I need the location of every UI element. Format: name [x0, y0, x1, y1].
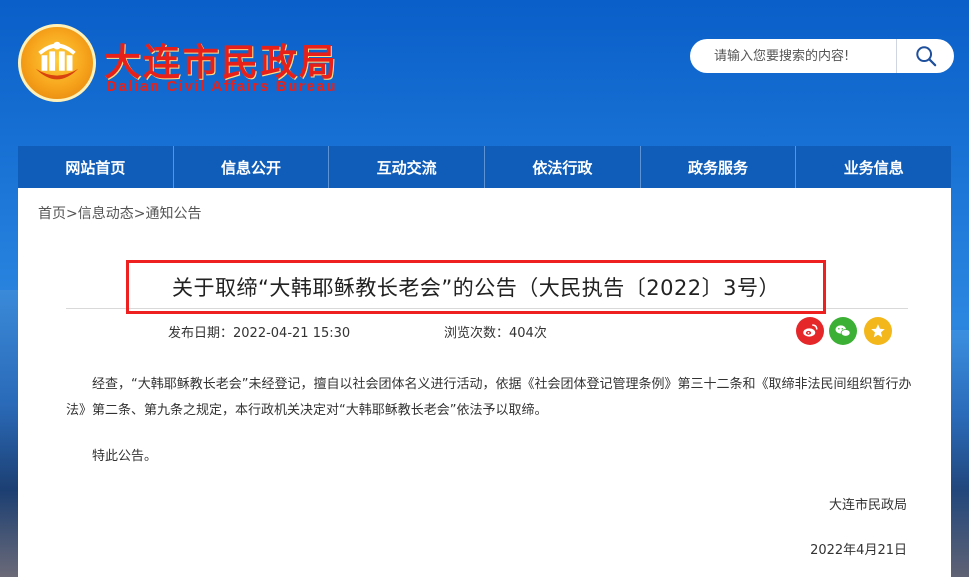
search-icon	[915, 46, 936, 67]
search-button[interactable]	[896, 39, 954, 73]
breadcrumb: 首页>信息动态>通知公告	[38, 203, 201, 223]
article-panel: 首页>信息动态>通知公告 关于取缔“大韩耶稣教长老会”的公告（大民执告〔2022…	[18, 188, 951, 577]
nav-item-interaction[interactable]: 互动交流	[329, 146, 486, 188]
bureau-emblem-icon[interactable]	[18, 24, 96, 102]
search-box	[690, 39, 954, 73]
sign-date: 2022年4月21日	[810, 543, 907, 558]
star-icon	[871, 324, 885, 338]
background-scenery-left	[0, 290, 18, 577]
site-header: 大连市民政局 Dalian Civil Affairs Bureau	[0, 0, 969, 146]
nav-item-business-info[interactable]: 业务信息	[796, 146, 951, 188]
title-highlight-frame	[126, 260, 826, 314]
wechat-icon	[835, 325, 851, 337]
breadcrumb-home-link[interactable]: 首页	[38, 206, 66, 222]
breadcrumb-separator: >	[133, 206, 146, 222]
article-paragraph: 经查，“大韩耶稣教长老会”未经登记，擅自以社会团体名义进行活动，依据《社会团体登…	[66, 377, 912, 418]
nav-item-gov-services[interactable]: 政务服务	[641, 146, 797, 188]
publish-date-value: 2022-04-21 15:30	[233, 326, 351, 341]
view-count-label: 浏览次数：	[444, 326, 510, 341]
nav-item-law-administration[interactable]: 依法行政	[485, 146, 641, 188]
nav-item-info-disclosure[interactable]: 信息公开	[174, 146, 330, 188]
article-paragraph: 特此公告。	[92, 449, 158, 464]
signer-name: 大连市民政局	[828, 498, 907, 513]
breadcrumb-section-link[interactable]: 信息动态	[78, 206, 134, 222]
site-subtitle: Dalian Civil Affairs Bureau	[106, 78, 338, 95]
share-wechat-button[interactable]	[829, 317, 857, 345]
publish-date: 发布日期：2022-04-21 15:30	[168, 322, 350, 341]
publish-date-label: 发布日期：	[168, 326, 234, 341]
main-nav: 网站首页 信息公开 互动交流 依法行政 政务服务 业务信息	[18, 146, 951, 188]
search-input[interactable]	[690, 39, 896, 73]
weibo-icon	[803, 324, 818, 337]
view-count-value: 404次	[509, 326, 547, 341]
favorite-button[interactable]	[864, 317, 892, 345]
breadcrumb-separator: >	[66, 206, 78, 222]
nav-item-home[interactable]: 网站首页	[18, 146, 174, 188]
breadcrumb-current-link[interactable]: 通知公告	[145, 206, 201, 222]
view-count: 浏览次数：404次	[444, 322, 547, 341]
share-weibo-button[interactable]	[796, 317, 824, 345]
